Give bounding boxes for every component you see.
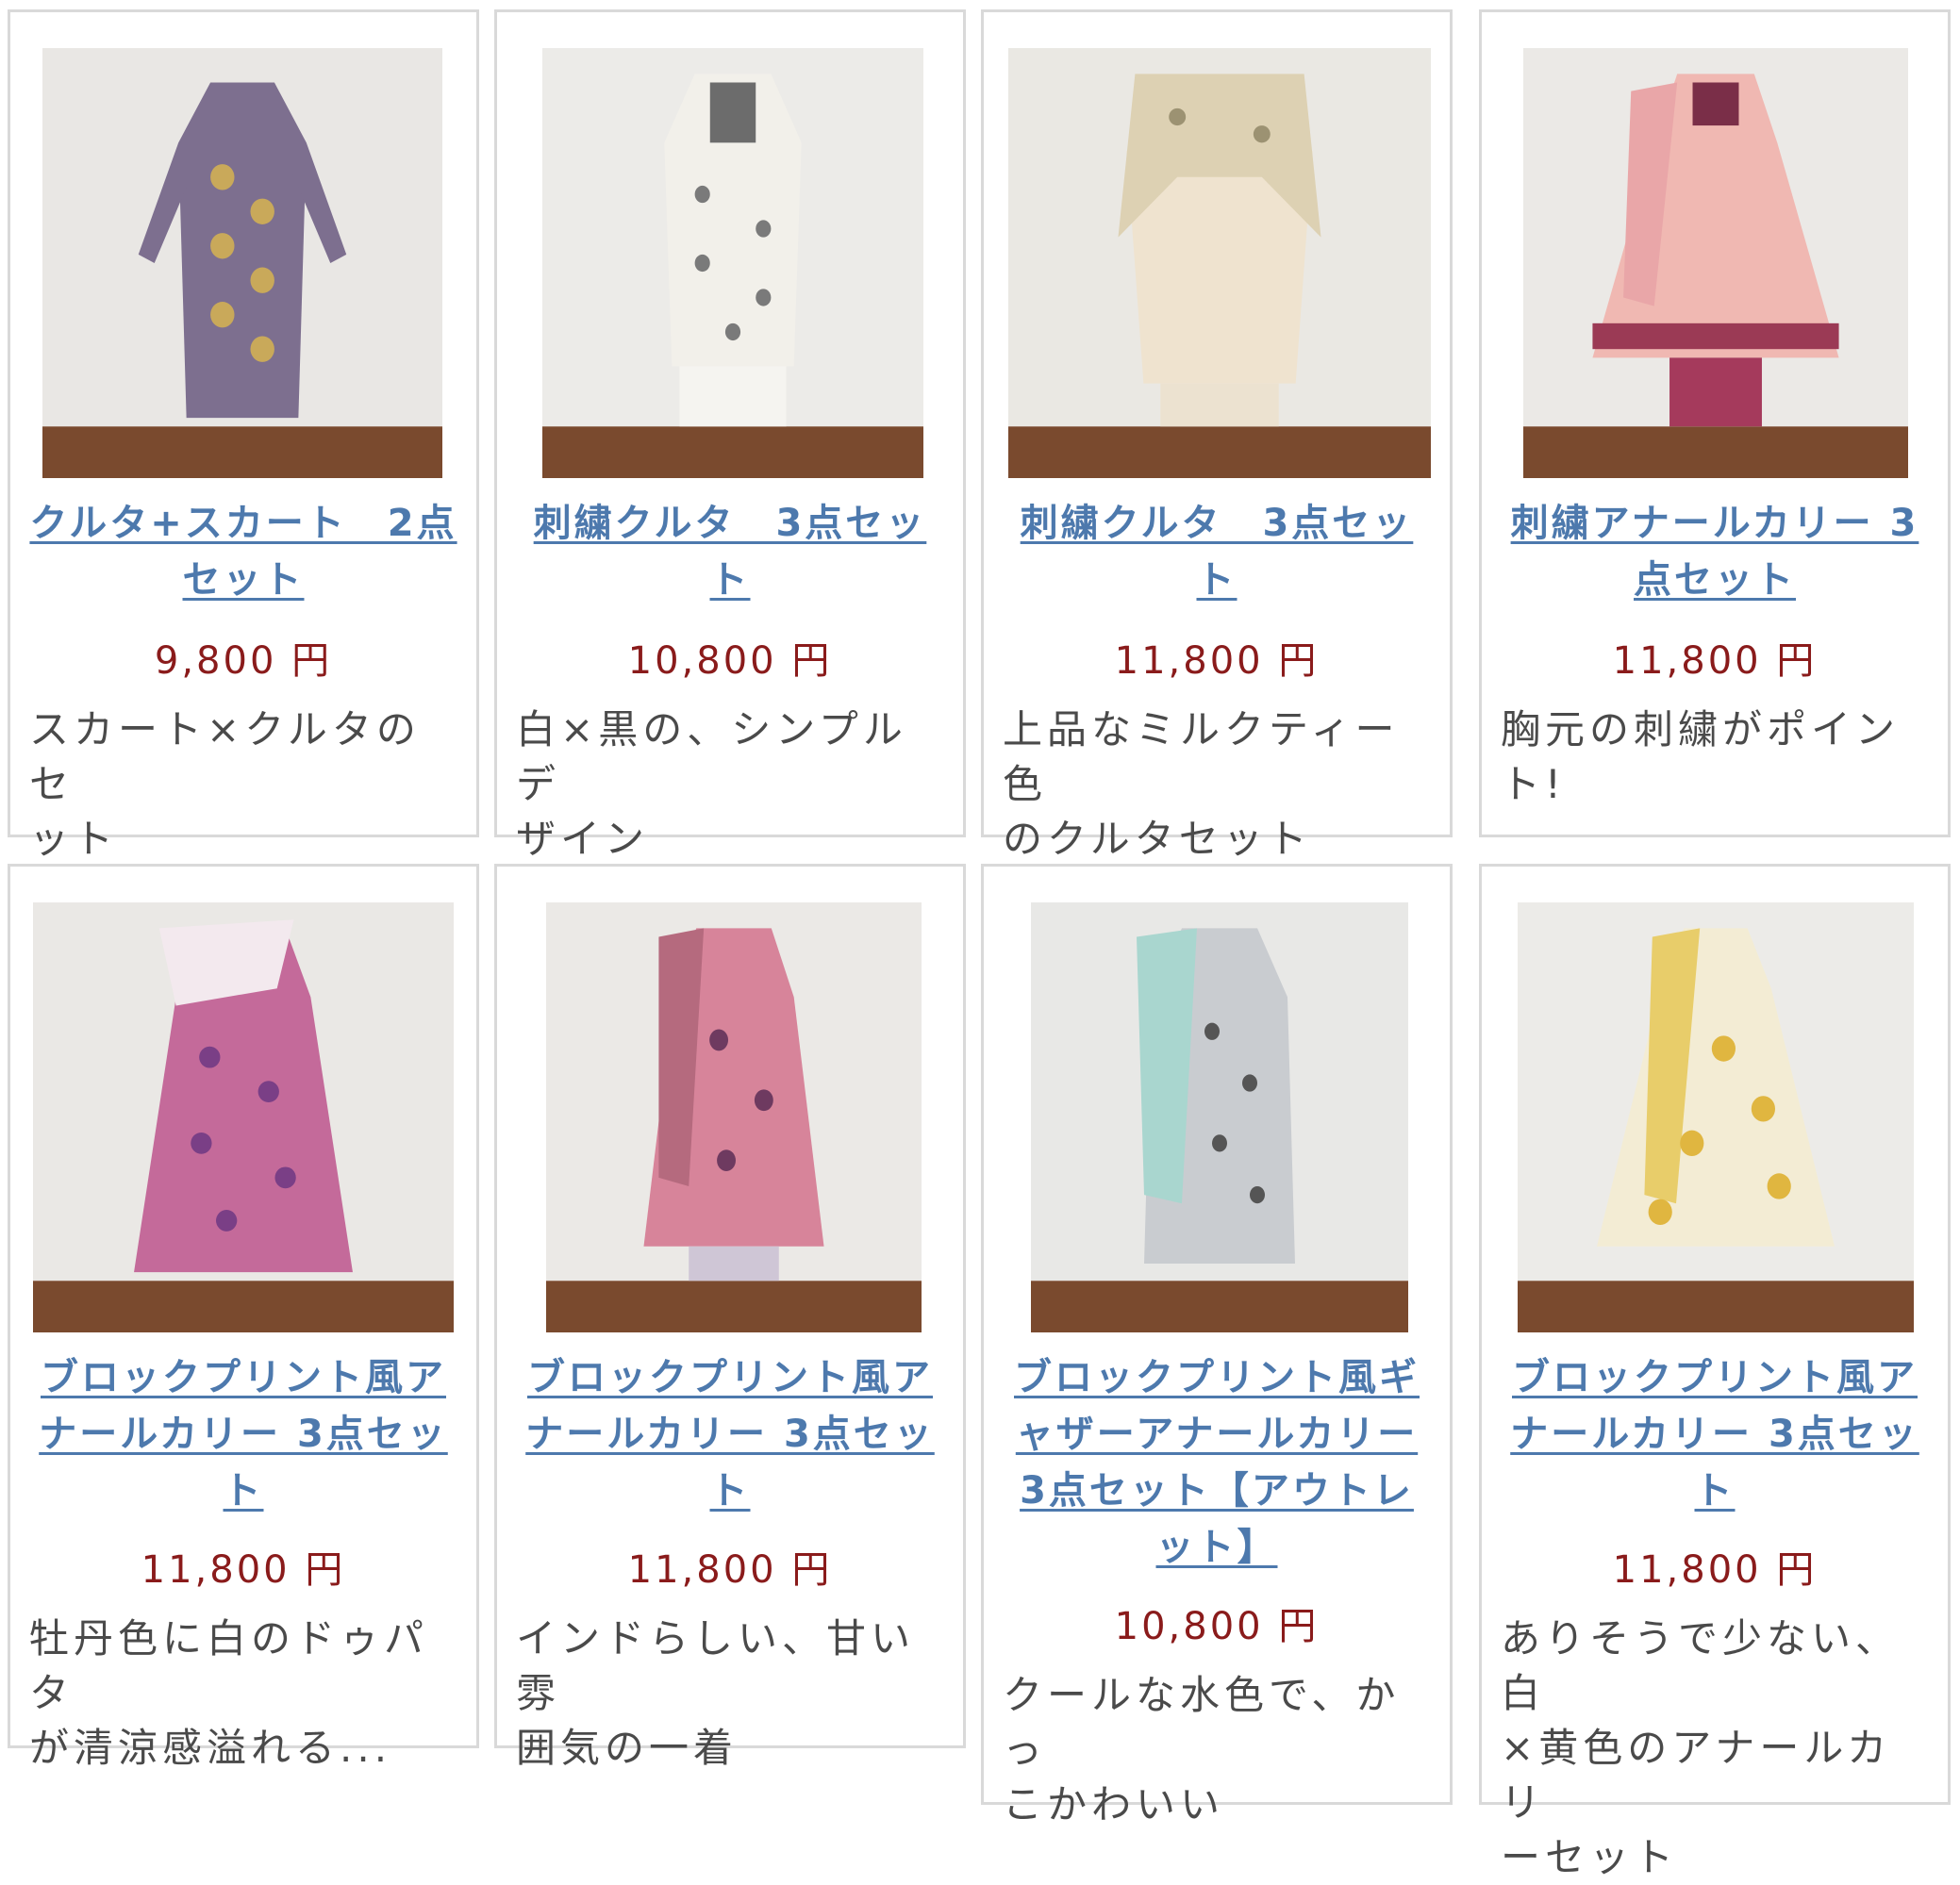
product-price: 11,800 円 — [1114, 639, 1320, 683]
product-description: 胸元の刺繍がポイン ト! — [1501, 706, 1901, 807]
product-card: 刺繍アナールカリー 3 点セット 11,800 円 胸元の刺繍がポイン ト! — [1479, 9, 1951, 837]
product-title-link[interactable]: ブロックプリント風ア ナールカリー 3点セッ ト — [1493, 1349, 1936, 1519]
product-photo[interactable] — [1518, 902, 1914, 1332]
product-photo[interactable] — [1008, 48, 1431, 478]
product-title-link[interactable]: ブロックプリント風ア ナールカリー 3点セッ ト — [22, 1349, 465, 1519]
dress-photo-icon — [1518, 902, 1914, 1332]
dress-photo-icon — [1523, 48, 1908, 478]
product-price: 9,800 円 — [154, 639, 333, 683]
product-photo[interactable] — [546, 902, 922, 1332]
dress-photo-icon — [546, 902, 922, 1332]
product-description: 白×黒の、シンプルデ ザイン — [516, 706, 907, 862]
product-title-link[interactable]: ブロックプリント風ア ナールカリー 3点セッ ト — [508, 1349, 952, 1519]
product-photo[interactable] — [33, 902, 454, 1332]
product-card: 刺繍クルタ 3点セッ ト 11,800 円 上品なミルクティー色 のクルタセット — [981, 9, 1453, 862]
dress-photo-icon — [542, 48, 923, 478]
product-card: クルタ+スカート 2点 セット 9,800 円 スカート×クルタのセ ット — [8, 9, 479, 862]
product-price: 10,800 円 — [1114, 1605, 1320, 1648]
product-description: クールな水色で、かっ こかわいい — [1003, 1672, 1401, 1827]
product-price: 11,800 円 — [1612, 1548, 1818, 1592]
dress-photo-icon — [42, 48, 442, 478]
product-price: 10,800 円 — [627, 639, 833, 683]
product-photo[interactable] — [542, 48, 923, 478]
product-grid: クルタ+スカート 2点 セット 9,800 円 スカート×クルタのセ ット 刺繍… — [0, 0, 1960, 1880]
product-description: スカート×クルタのセ ット — [29, 706, 421, 862]
product-title-link[interactable]: 刺繍クルタ 3点セッ ト — [508, 495, 952, 608]
product-description: インドらしい、甘い雰 囲気の一着 — [516, 1615, 916, 1771]
product-photo[interactable] — [1523, 48, 1908, 478]
product-price: 11,800 円 — [141, 1548, 346, 1592]
product-title-link[interactable]: クルタ+スカート 2点 セット — [22, 495, 465, 608]
product-card: ブロックプリント風ア ナールカリー 3点セッ ト 11,800 円 インドらしい… — [494, 864, 966, 1771]
product-price: 11,800 円 — [627, 1548, 833, 1592]
product-card: ブロックプリント風ギ ャザーアナールカリー 3点セット【アウトレ ット】 10,… — [981, 864, 1453, 1827]
dress-photo-icon — [1008, 48, 1431, 478]
product-price: 11,800 円 — [1612, 639, 1818, 683]
product-card: 刺繍クルタ 3点セッ ト 10,800 円 白×黒の、シンプルデ ザイン — [494, 9, 966, 862]
product-card: ブロックプリント風ア ナールカリー 3点セッ ト 11,800 円 ありそうで少… — [1479, 864, 1951, 1880]
product-description: ありそうで少ない、白 ×黄色のアナールカリ ーセット — [1501, 1615, 1901, 1880]
product-photo[interactable] — [1031, 902, 1408, 1332]
product-photo[interactable] — [42, 48, 442, 478]
dress-photo-icon — [1031, 902, 1408, 1332]
product-title-link[interactable]: 刺繍アナールカリー 3 点セット — [1493, 495, 1936, 608]
dress-photo-icon — [33, 902, 454, 1332]
product-title-link[interactable]: ブロックプリント風ギ ャザーアナールカリー 3点セット【アウトレ ット】 — [995, 1349, 1438, 1576]
product-card: ブロックプリント風ア ナールカリー 3点セッ ト 11,800 円 牡丹色に白の… — [8, 864, 479, 1771]
product-description: 牡丹色に白のドゥパタ が清涼感溢れる... — [29, 1615, 429, 1771]
product-title-link[interactable]: 刺繍クルタ 3点セッ ト — [995, 495, 1438, 608]
product-description: 上品なミルクティー色 のクルタセット — [1003, 706, 1400, 862]
